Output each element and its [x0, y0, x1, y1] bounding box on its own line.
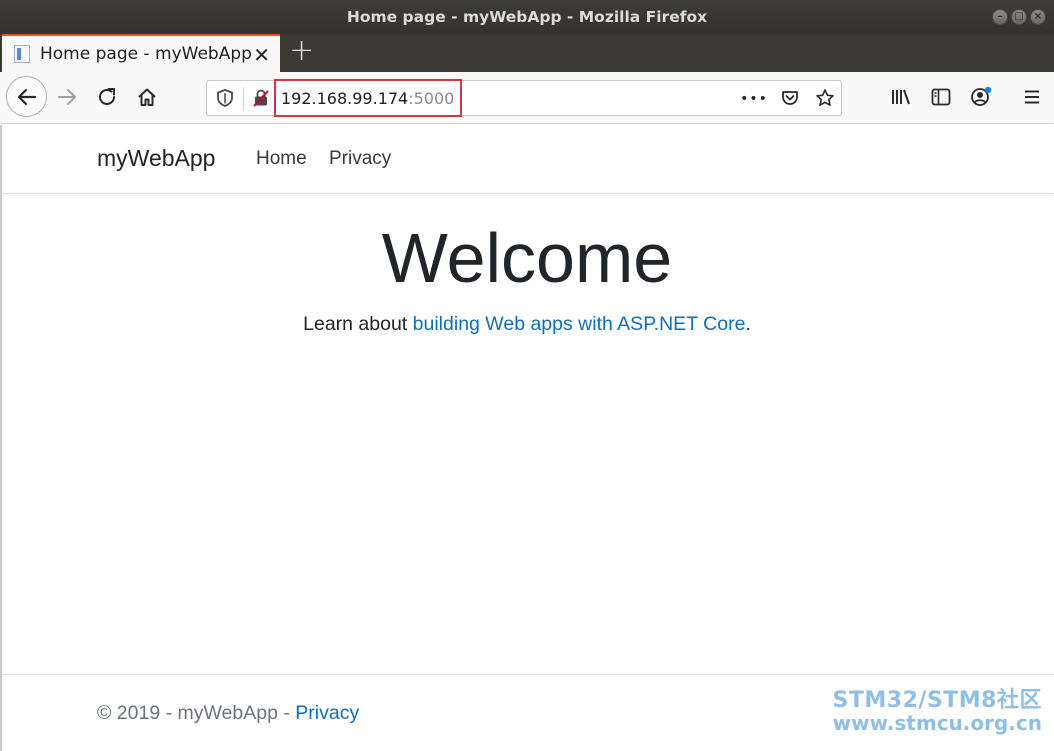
tab-label: Home page - myWebApp — [40, 44, 252, 64]
minimize-button[interactable]: – — [992, 9, 1008, 25]
reload-button[interactable] — [95, 85, 119, 109]
forward-arrow-icon — [58, 89, 76, 105]
tab-home-page[interactable]: Home page - myWebApp ✕ — [2, 34, 280, 72]
home-icon — [138, 88, 156, 106]
learn-paragraph: Learn about building Web apps with ASP.N… — [0, 313, 1054, 336]
library-icon — [892, 89, 910, 105]
tab-close-icon[interactable]: ✕ — [253, 43, 270, 67]
learn-suffix: . — [745, 313, 751, 335]
site-brand-link[interactable]: myWebApp — [97, 145, 215, 172]
page-content: myWebApp Home Privacy Welcome Learn abou… — [0, 125, 1054, 751]
footer-copyright: © 2019 - myWebApp - — [97, 702, 296, 724]
nav-toolbar: 192.168.99.174:5000 ••• — [0, 72, 1054, 124]
window-controls: – □ × — [992, 9, 1046, 25]
sidebar-icon — [931, 88, 951, 106]
nav-privacy-link[interactable]: Privacy — [329, 148, 391, 170]
watermark-line-1: STM32/STM8社区 — [832, 688, 1042, 713]
aspnet-core-link[interactable]: building Web apps with ASP.NET Core — [413, 313, 746, 335]
library-button[interactable] — [889, 85, 913, 109]
insecure-lock-icon[interactable] — [249, 86, 273, 110]
tab-strip: Home page - myWebApp ✕ + — [0, 34, 1054, 72]
url-bar[interactable]: 192.168.99.174:5000 ••• — [206, 79, 842, 117]
learn-prefix: Learn about — [303, 313, 413, 335]
site-navbar: myWebApp Home Privacy — [0, 125, 1054, 194]
url-separator — [243, 87, 244, 111]
pocket-button[interactable] — [778, 86, 802, 110]
star-icon — [816, 89, 834, 106]
tracking-protection-shield-icon[interactable] — [213, 86, 237, 110]
pocket-icon — [782, 91, 798, 105]
watermark-line-2: www.stmcu.org.cn — [832, 711, 1042, 735]
home-button[interactable] — [135, 85, 159, 109]
account-icon — [971, 86, 992, 106]
footer-privacy-link[interactable]: Privacy — [295, 702, 359, 724]
hamburger-menu-icon — [1025, 90, 1039, 104]
welcome-heading: Welcome — [381, 219, 673, 297]
menu-button[interactable] — [1020, 85, 1044, 109]
watermark: STM32/STM8社区 www.stmcu.org.cn — [832, 688, 1042, 735]
account-button[interactable] — [969, 85, 993, 109]
page-actions-icon[interactable]: ••• — [740, 87, 767, 111]
new-tab-button[interactable]: + — [289, 36, 314, 66]
nav-home-link[interactable]: Home — [256, 148, 307, 170]
back-button[interactable] — [6, 76, 47, 117]
page-favicon-icon — [14, 45, 30, 63]
sidebar-button[interactable] — [929, 85, 953, 109]
url-text[interactable]: 192.168.99.174:5000 — [281, 89, 454, 108]
window-title: Home page - myWebApp - Mozilla Firefox — [346, 8, 708, 26]
maximize-button[interactable]: □ — [1011, 9, 1027, 25]
back-arrow-icon — [17, 88, 36, 105]
bookmark-star-button[interactable] — [813, 86, 837, 110]
forward-button[interactable] — [55, 85, 79, 109]
close-button[interactable]: × — [1030, 9, 1046, 25]
url-port: :5000 — [408, 89, 455, 108]
window-left-border — [0, 125, 2, 751]
window-titlebar: Home page - myWebApp - Mozilla Firefox –… — [0, 0, 1054, 34]
url-host: 192.168.99.174 — [281, 89, 409, 108]
reload-icon — [99, 88, 115, 105]
footer-text: © 2019 - myWebApp - Privacy — [97, 702, 359, 725]
